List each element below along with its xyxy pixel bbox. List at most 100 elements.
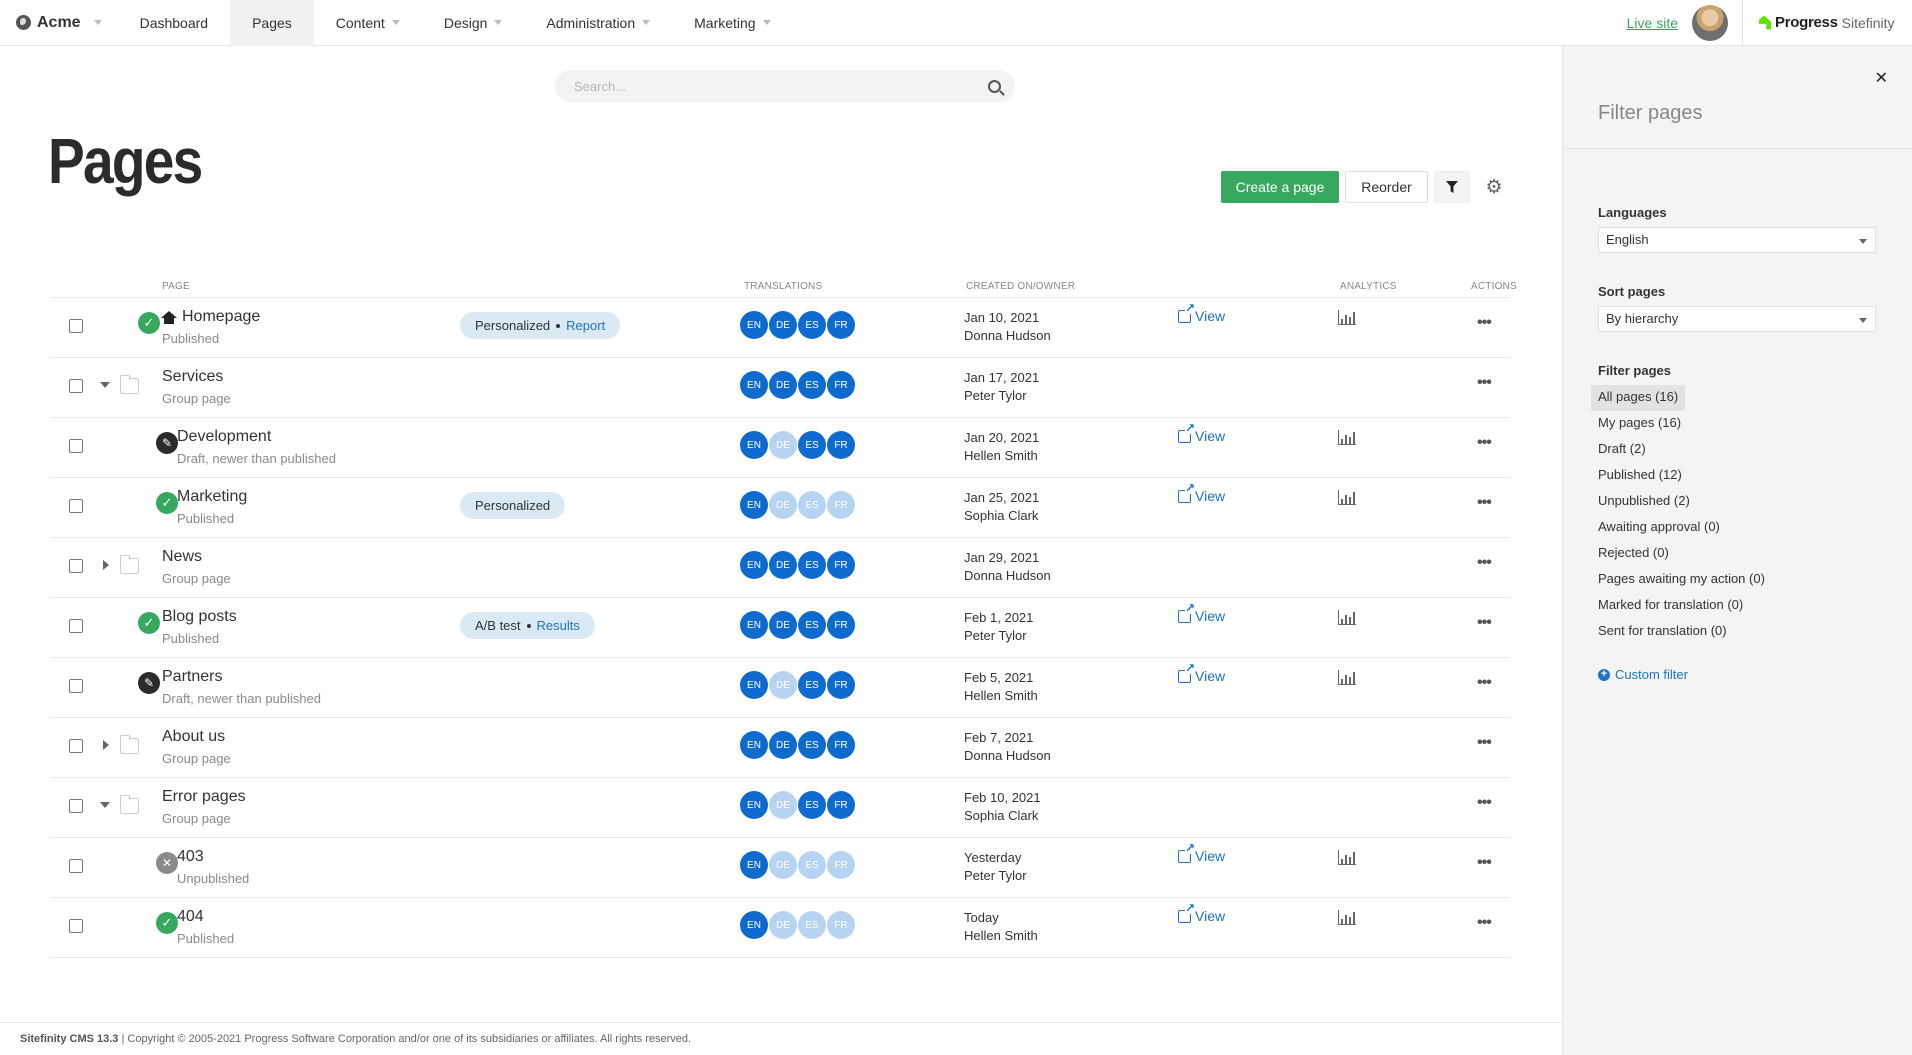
translation-en[interactable]: EN bbox=[740, 371, 768, 399]
user-avatar[interactable] bbox=[1692, 4, 1728, 41]
filter-item[interactable]: Unpublished (2) bbox=[1591, 489, 1697, 515]
translation-fr[interactable]: FR bbox=[827, 431, 855, 459]
translation-es[interactable]: ES bbox=[798, 551, 826, 579]
page-title-link[interactable]: Error pages bbox=[162, 788, 246, 806]
bar-chart-icon[interactable] bbox=[1338, 490, 1356, 505]
languages-select[interactable]: English bbox=[1598, 227, 1876, 253]
filter-item[interactable]: Awaiting approval (0) bbox=[1591, 515, 1727, 541]
caret-down-icon[interactable] bbox=[100, 382, 110, 388]
row-checkbox[interactable] bbox=[69, 499, 83, 513]
filter-item[interactable]: My pages (16) bbox=[1591, 411, 1688, 437]
filter-item[interactable]: Published (12) bbox=[1591, 463, 1689, 489]
more-actions-icon[interactable]: ••• bbox=[1477, 494, 1492, 512]
view-link[interactable]: View bbox=[1178, 301, 1225, 324]
translation-fr[interactable]: FR bbox=[827, 911, 855, 939]
reorder-button[interactable]: Reorder bbox=[1345, 171, 1428, 203]
translation-es[interactable]: ES bbox=[798, 731, 826, 759]
translation-es[interactable]: ES bbox=[798, 311, 826, 339]
page-title-link[interactable]: Blog posts bbox=[162, 608, 237, 626]
row-checkbox[interactable] bbox=[69, 319, 83, 333]
translation-en[interactable]: EN bbox=[740, 551, 768, 579]
site-selector[interactable]: Acme bbox=[0, 0, 118, 46]
page-title-link[interactable]: Homepage bbox=[161, 308, 260, 326]
page-title-link[interactable]: 403 bbox=[177, 848, 204, 866]
row-checkbox[interactable] bbox=[69, 559, 83, 573]
translation-en[interactable]: EN bbox=[740, 431, 768, 459]
translation-de[interactable]: DE bbox=[769, 431, 797, 459]
translation-es[interactable]: ES bbox=[798, 431, 826, 459]
custom-filter-link[interactable]: + Custom filter bbox=[1598, 667, 1688, 682]
live-site-link[interactable]: Live site bbox=[1627, 15, 1678, 31]
bar-chart-icon[interactable] bbox=[1338, 610, 1356, 625]
view-link[interactable]: View bbox=[1178, 901, 1225, 924]
translation-es[interactable]: ES bbox=[798, 491, 826, 519]
nav-item-pages[interactable]: Pages bbox=[230, 0, 314, 46]
translation-de[interactable]: DE bbox=[769, 731, 797, 759]
row-checkbox[interactable] bbox=[69, 919, 83, 933]
row-checkbox[interactable] bbox=[69, 439, 83, 453]
search-icon[interactable] bbox=[988, 79, 1001, 93]
nav-item-design[interactable]: Design bbox=[422, 0, 525, 46]
page-title-link[interactable]: Marketing bbox=[177, 488, 247, 506]
translation-en[interactable]: EN bbox=[740, 791, 768, 819]
translation-en[interactable]: EN bbox=[740, 851, 768, 879]
more-actions-icon[interactable]: ••• bbox=[1477, 554, 1492, 572]
tag-link[interactable]: Results bbox=[537, 618, 580, 633]
nav-item-administration[interactable]: Administration bbox=[524, 0, 672, 46]
translation-de[interactable]: DE bbox=[769, 911, 797, 939]
translation-de[interactable]: DE bbox=[769, 611, 797, 639]
translation-en[interactable]: EN bbox=[740, 311, 768, 339]
row-checkbox[interactable] bbox=[69, 379, 83, 393]
caret-down-icon[interactable] bbox=[100, 802, 110, 808]
bar-chart-icon[interactable] bbox=[1338, 910, 1356, 925]
translation-fr[interactable]: FR bbox=[827, 671, 855, 699]
translation-en[interactable]: EN bbox=[740, 671, 768, 699]
translation-fr[interactable]: FR bbox=[827, 851, 855, 879]
row-checkbox[interactable] bbox=[69, 619, 83, 633]
bar-chart-icon[interactable] bbox=[1338, 430, 1356, 445]
translation-en[interactable]: EN bbox=[740, 611, 768, 639]
translation-es[interactable]: ES bbox=[798, 371, 826, 399]
filter-item[interactable]: Sent for translation (0) bbox=[1591, 619, 1734, 645]
translation-es[interactable]: ES bbox=[798, 911, 826, 939]
close-icon[interactable]: ✕ bbox=[1875, 68, 1888, 88]
translation-de[interactable]: DE bbox=[769, 491, 797, 519]
caret-right-icon[interactable] bbox=[103, 560, 109, 570]
page-title-link[interactable]: Development bbox=[177, 428, 271, 446]
translation-es[interactable]: ES bbox=[798, 611, 826, 639]
create-page-button[interactable]: Create a page bbox=[1221, 171, 1339, 203]
translation-es[interactable]: ES bbox=[798, 851, 826, 879]
search-input[interactable] bbox=[574, 78, 988, 94]
bar-chart-icon[interactable] bbox=[1338, 310, 1356, 325]
translation-de[interactable]: DE bbox=[769, 311, 797, 339]
translation-en[interactable]: EN bbox=[740, 911, 768, 939]
caret-right-icon[interactable] bbox=[103, 740, 109, 750]
sort-select[interactable]: By hierarchy bbox=[1598, 306, 1876, 332]
page-title-link[interactable]: 404 bbox=[177, 908, 204, 926]
more-actions-icon[interactable]: ••• bbox=[1477, 734, 1492, 752]
translation-de[interactable]: DE bbox=[769, 671, 797, 699]
translation-fr[interactable]: FR bbox=[827, 311, 855, 339]
translation-de[interactable]: DE bbox=[769, 791, 797, 819]
tag-link[interactable]: Report bbox=[566, 318, 605, 333]
translation-es[interactable]: ES bbox=[798, 671, 826, 699]
more-actions-icon[interactable]: ••• bbox=[1477, 614, 1492, 632]
view-link[interactable]: View bbox=[1178, 481, 1225, 504]
translation-de[interactable]: DE bbox=[769, 851, 797, 879]
view-link[interactable]: View bbox=[1178, 841, 1225, 864]
translation-fr[interactable]: FR bbox=[827, 791, 855, 819]
bar-chart-icon[interactable] bbox=[1338, 850, 1356, 865]
translation-fr[interactable]: FR bbox=[827, 611, 855, 639]
more-actions-icon[interactable]: ••• bbox=[1477, 794, 1492, 812]
translation-de[interactable]: DE bbox=[769, 551, 797, 579]
filter-item[interactable]: Draft (2) bbox=[1591, 437, 1653, 463]
page-title-link[interactable]: About us bbox=[162, 728, 225, 746]
row-checkbox[interactable] bbox=[69, 799, 83, 813]
page-title-link[interactable]: Services bbox=[162, 368, 223, 386]
nav-item-content[interactable]: Content bbox=[314, 0, 422, 46]
nav-item-marketing[interactable]: Marketing bbox=[672, 0, 792, 46]
translation-fr[interactable]: FR bbox=[827, 491, 855, 519]
view-link[interactable]: View bbox=[1178, 661, 1225, 684]
translation-fr[interactable]: FR bbox=[827, 731, 855, 759]
more-actions-icon[interactable]: ••• bbox=[1477, 854, 1492, 872]
